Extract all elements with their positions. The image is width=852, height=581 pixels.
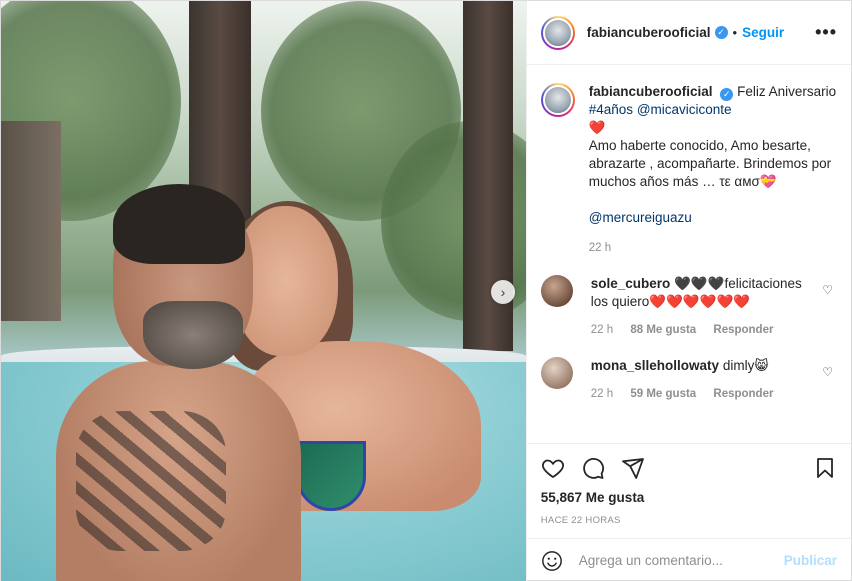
reply-button[interactable]: Responder xyxy=(713,324,773,336)
caption-timestamp[interactable]: 22 h xyxy=(589,239,837,257)
comment-text: dimly😸 xyxy=(722,358,769,373)
comment-item: mona_sllehollowaty dimly😸 22 h 59 Me gus… xyxy=(540,357,837,403)
comment-like-heart-icon[interactable]: ♡ xyxy=(822,283,833,297)
hashtag-link[interactable]: #4años xyxy=(589,102,633,117)
post-header: fabiancuberooficial ✓ • Seguir ••• xyxy=(526,1,851,65)
author-username[interactable]: fabiancuberooficial xyxy=(587,25,711,40)
carousel-next-button[interactable]: › xyxy=(491,280,515,304)
caption-text: fabiancuberooficial ✓ Feliz Aniversario … xyxy=(589,83,837,257)
instagram-post: › fabiancuberooficial ✓ • Seguir ••• fab… xyxy=(0,0,852,581)
heart-icon[interactable] xyxy=(541,456,565,480)
man-beard xyxy=(143,301,243,369)
commenter-avatar[interactable] xyxy=(540,357,573,389)
author-avatar[interactable] xyxy=(540,15,575,50)
commenter-username[interactable]: sole_cubero xyxy=(591,276,671,291)
verified-badge-icon: ✓ xyxy=(720,88,734,101)
comment-body: mona_sllehollowaty dimly😸 22 h 59 Me gus… xyxy=(591,357,811,403)
like-count[interactable]: 55,867 Me gusta xyxy=(541,490,837,505)
comment-meta: 22 h 59 Me gusta Responder xyxy=(591,385,811,403)
tattoo xyxy=(76,411,226,551)
action-icons xyxy=(541,454,837,482)
post-photo[interactable]: › xyxy=(1,1,526,581)
gift-heart-emoji: 💝 xyxy=(759,174,777,189)
comments-section: fabiancuberooficial ✓ Feliz Aniversario … xyxy=(527,65,851,443)
post-caption: fabiancuberooficial ✓ Feliz Aniversario … xyxy=(540,83,837,257)
man-hair xyxy=(113,184,245,264)
post-sidebar: fabiancuberooficial ✓ • Seguir ••• fabia… xyxy=(525,1,851,581)
mention-link[interactable]: @micaviciconte xyxy=(637,102,732,117)
bookmark-icon[interactable] xyxy=(813,456,837,480)
separator-dot: • xyxy=(732,25,738,40)
comment-input[interactable] xyxy=(578,553,784,568)
comment-likes[interactable]: 88 Me gusta xyxy=(630,324,696,336)
building xyxy=(1,121,61,321)
comment-icon[interactable] xyxy=(581,456,605,480)
bikini xyxy=(296,441,366,511)
more-options-icon[interactable]: ••• xyxy=(815,22,837,43)
share-icon[interactable] xyxy=(621,456,645,480)
add-comment-bar: Publicar xyxy=(526,538,851,581)
caption-avatar[interactable] xyxy=(540,83,575,117)
caption-message: Amo haberte conocido, Amo besarte, abraz… xyxy=(588,138,832,189)
heart-emoji: ❤️ xyxy=(588,120,606,135)
chevron-right-icon: › xyxy=(500,284,506,300)
post-actions: 55,867 Me gusta HACE 22 HORAS xyxy=(526,443,851,538)
comment-time[interactable]: 22 h xyxy=(591,324,613,336)
emoji-icon[interactable] xyxy=(541,550,563,572)
commenter-username[interactable]: mona_sllehollowaty xyxy=(591,358,719,373)
comment-time[interactable]: 22 h xyxy=(591,388,613,400)
follow-button[interactable]: Seguir xyxy=(742,25,784,40)
comment-body: sole_cubero 🖤🖤🖤felicitaciones los quiero… xyxy=(591,275,811,339)
commenter-avatar[interactable] xyxy=(540,275,573,307)
mention-link-2[interactable]: @mercureiguazu xyxy=(589,210,692,225)
publish-button[interactable]: Publicar xyxy=(784,553,837,568)
caption-username[interactable]: fabiancuberooficial xyxy=(589,84,713,99)
comment-meta: 22 h 88 Me gusta Responder xyxy=(591,321,811,339)
verified-badge-icon: ✓ xyxy=(714,26,728,39)
post-age[interactable]: HACE 22 HORAS xyxy=(541,515,837,526)
reply-button[interactable]: Responder xyxy=(713,388,773,400)
comment-likes[interactable]: 59 Me gusta xyxy=(630,388,696,400)
caption-greeting: Feliz Aniversario xyxy=(737,84,837,99)
comment-item: sole_cubero 🖤🖤🖤felicitaciones los quiero… xyxy=(540,275,837,339)
comment-like-heart-icon[interactable]: ♡ xyxy=(822,365,833,379)
